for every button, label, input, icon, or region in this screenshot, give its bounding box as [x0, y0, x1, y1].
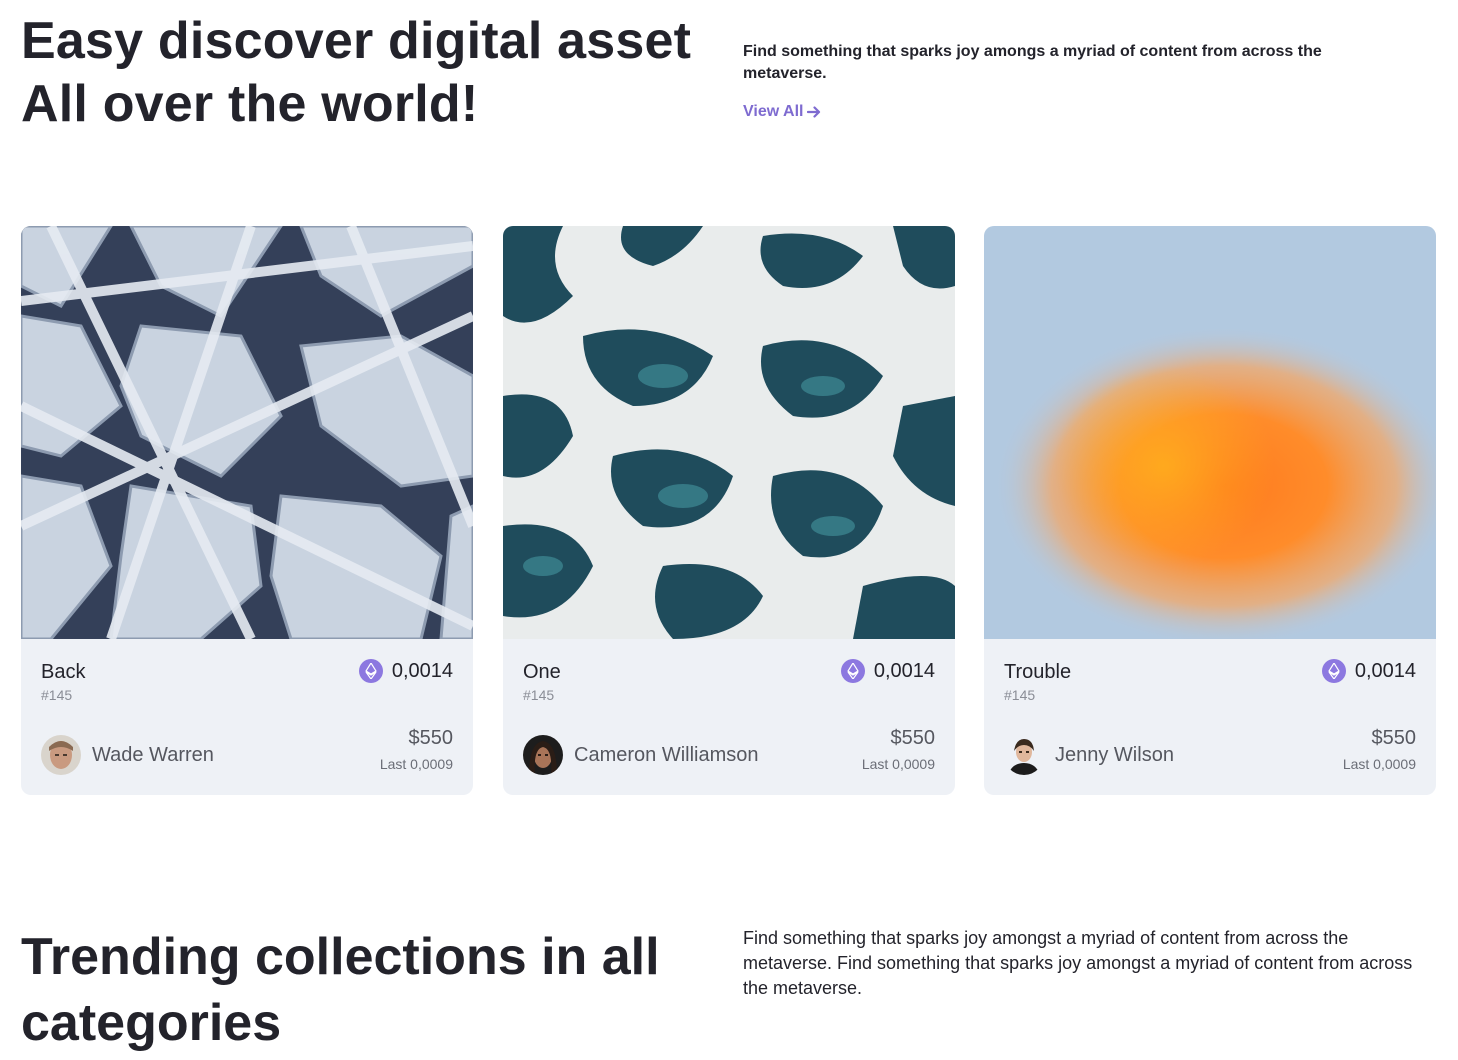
avatar: [41, 735, 81, 775]
owner-name: Cameron Williamson: [574, 744, 759, 766]
owner[interactable]: Wade Warren: [41, 735, 214, 775]
card-title: Trouble: [1004, 661, 1072, 683]
eth-price-value: 0,0014: [391, 660, 453, 682]
nft-image-back[interactable]: [21, 226, 473, 639]
gradient-image: [984, 226, 1436, 639]
architecture-image: [21, 226, 473, 639]
usd-price: $550: [890, 727, 936, 749]
card-title: Back: [41, 661, 86, 683]
owner-name: Wade Warren: [92, 744, 214, 766]
last-price: Last 0,0009: [861, 756, 935, 772]
ethereum-icon: [840, 659, 865, 683]
owner-name: Jenny Wilson: [1055, 744, 1174, 766]
avatar: [523, 735, 563, 775]
eth-price-value: 0,0014: [1354, 660, 1416, 682]
usd-price: $550: [1371, 727, 1417, 749]
eth-price: 0,0014: [358, 659, 453, 683]
arrow-right-icon: [807, 106, 821, 118]
eth-price-value: 0,0014: [873, 660, 935, 682]
eth-price: 0,0014: [1321, 659, 1416, 683]
hero-title-line1: Easy discover digital asset: [21, 12, 692, 70]
view-all-link[interactable]: View All: [743, 101, 821, 123]
page: Easy discover digital asset All over the…: [0, 0, 1458, 1060]
ethereum-icon: [1321, 659, 1346, 683]
usd-price: $550: [408, 727, 454, 749]
avatar: [1004, 735, 1044, 775]
ocean-image: [503, 226, 955, 639]
hero-title-line2: All over the world!: [21, 75, 479, 133]
nft-image-trouble[interactable]: [984, 226, 1436, 639]
hero-description: Find something that sparks joy amongs a …: [743, 43, 1322, 82]
last-price: Last 0,0009: [1342, 756, 1416, 772]
card-token-id: #145: [1004, 687, 1036, 703]
trending-description: Find something that sparks joy amongst a…: [743, 928, 1413, 998]
nft-card-one[interactable]: One #145 0,0014 Cameron Williamson $550 …: [503, 226, 955, 795]
view-all-label: View All: [743, 103, 804, 120]
card-title: One: [523, 661, 561, 683]
card-token-id: #145: [41, 687, 73, 703]
owner[interactable]: Jenny Wilson: [1004, 735, 1174, 775]
card-token-id: #145: [523, 687, 555, 703]
nft-card-back[interactable]: Back #145 0,0014 Wade Warren $550 Last 0…: [21, 226, 473, 795]
eth-price: 0,0014: [840, 659, 935, 683]
nft-card-trouble[interactable]: Trouble #145 0,0014 Jenny Wilson $550 La…: [984, 226, 1436, 795]
owner[interactable]: Cameron Williamson: [523, 735, 759, 775]
trending-title: Trending collections in all categories: [21, 928, 660, 1052]
ethereum-icon: [358, 659, 383, 683]
nft-image-one[interactable]: [503, 226, 955, 639]
hero-title: Easy discover digital asset All over the…: [21, 10, 711, 136]
last-price: Last 0,0009: [379, 756, 453, 772]
